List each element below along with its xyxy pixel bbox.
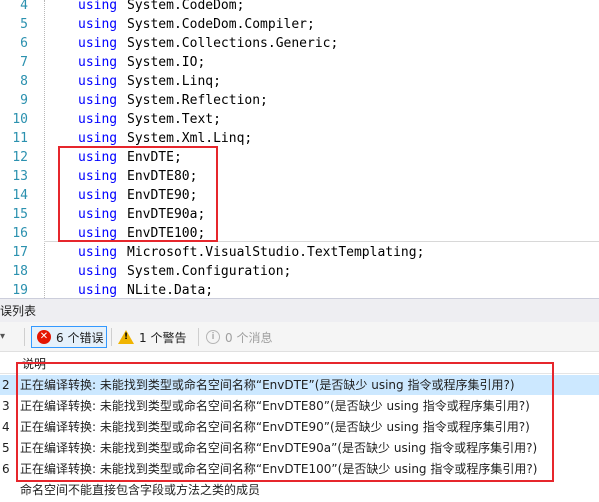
line-number: 7 <box>20 55 28 70</box>
line-number: 12 <box>12 150 28 165</box>
code-line[interactable]: 5 using System.CodeDom.Compiler; <box>0 15 599 34</box>
error-row-number: 3 <box>2 399 10 413</box>
toolbar-separator <box>111 328 112 346</box>
namespace-text: Microsoft.VisualStudio.TextTemplating; <box>127 245 425 260</box>
error-list-title-bar: 误列表 <box>0 298 599 322</box>
namespace-text: System.Collections.Generic; <box>127 36 339 51</box>
line-number: 19 <box>12 283 28 298</box>
error-icon: ✕ <box>37 330 51 344</box>
keyword-using: using <box>78 264 118 279</box>
namespace-text: System.Configuration; <box>127 264 292 279</box>
keyword-using: using <box>78 245 118 260</box>
code-editor[interactable]: 4 using System.CodeDom; 5 using System.C… <box>0 0 599 298</box>
keyword-using: using <box>78 93 118 108</box>
keyword-using: using <box>78 17 118 32</box>
line-number: 4 <box>20 0 28 13</box>
namespace-text: System.CodeDom.Compiler; <box>127 17 315 32</box>
keyword-using: using <box>78 36 118 51</box>
namespace-text: NLite.Data; <box>127 283 214 298</box>
keyword-using: using <box>78 112 118 127</box>
messages-filter-label: 0 个消息 <box>225 330 273 345</box>
keyword-using: using <box>78 74 118 89</box>
error-row-number: 4 <box>2 420 10 434</box>
line-number: 8 <box>20 74 28 89</box>
line-number: 18 <box>12 264 28 279</box>
error-row-description: 命名空间不能直接包含字段或方法之类的成员 <box>20 483 261 497</box>
namespace-text: System.Reflection; <box>127 93 268 108</box>
line-number: 13 <box>12 169 28 184</box>
info-icon: i <box>206 330 220 344</box>
line-number: 5 <box>20 17 28 32</box>
namespace-text: System.Linq; <box>127 74 221 89</box>
warnings-filter-button[interactable]: ! 1 个警告 <box>118 326 194 348</box>
namespace-text: System.IO; <box>127 55 206 70</box>
keyword-using: using <box>78 55 118 70</box>
warnings-filter-label: 1 个警告 <box>139 330 187 345</box>
code-line[interactable]: 7 using System.IO; <box>0 53 599 72</box>
namespace-text: System.CodeDom; <box>127 0 245 13</box>
line-number: 11 <box>12 131 28 146</box>
warning-icon: ! <box>118 330 134 344</box>
code-line[interactable]: 9 using System.Reflection; <box>0 91 599 110</box>
line-number: 17 <box>12 245 28 260</box>
line-number: 10 <box>12 112 28 127</box>
error-row-number: 5 <box>2 441 10 455</box>
code-line[interactable]: 17 using Microsoft.VisualStudio.TextTemp… <box>0 243 599 262</box>
code-line[interactable]: 4 using System.CodeDom; <box>0 0 599 15</box>
line-number: 6 <box>20 36 28 51</box>
code-line[interactable]: 19 using NLite.Data; <box>0 281 599 298</box>
error-row-number: 6 <box>2 462 10 476</box>
errors-filter-button[interactable]: ✕ 6 个错误 <box>31 326 107 348</box>
scope-dropdown-icon[interactable]: ▾ <box>0 331 5 342</box>
toolbar-separator <box>24 328 25 346</box>
code-line[interactable]: 6 using System.Collections.Generic; <box>0 34 599 53</box>
line-number: 14 <box>12 188 28 203</box>
error-row[interactable]: 命名空间不能直接包含字段或方法之类的成员 <box>0 480 599 500</box>
code-line[interactable]: 18 using System.Configuration; <box>0 262 599 281</box>
messages-filter-button[interactable]: i 0 个消息 <box>206 326 286 348</box>
error-row-number: 2 <box>2 378 10 392</box>
keyword-using: using <box>78 283 118 298</box>
errors-filter-label: 6 个错误 <box>56 330 104 345</box>
code-line[interactable]: 10 using System.Text; <box>0 110 599 129</box>
line-number: 9 <box>20 93 28 108</box>
error-list-title: 误列表 <box>0 304 37 318</box>
line-number: 16 <box>12 226 28 241</box>
line-number: 15 <box>12 207 28 222</box>
highlight-box-editor <box>58 146 218 242</box>
keyword-using: using <box>78 0 118 13</box>
error-list-filter-bar: ▾ ✕ 6 个错误 ! 1 个警告 i 0 个消息 <box>0 322 599 352</box>
code-line[interactable]: 8 using System.Linq; <box>0 72 599 91</box>
namespace-text: System.Text; <box>127 112 221 127</box>
toolbar-separator <box>198 328 199 346</box>
highlight-box-errors <box>16 362 554 482</box>
